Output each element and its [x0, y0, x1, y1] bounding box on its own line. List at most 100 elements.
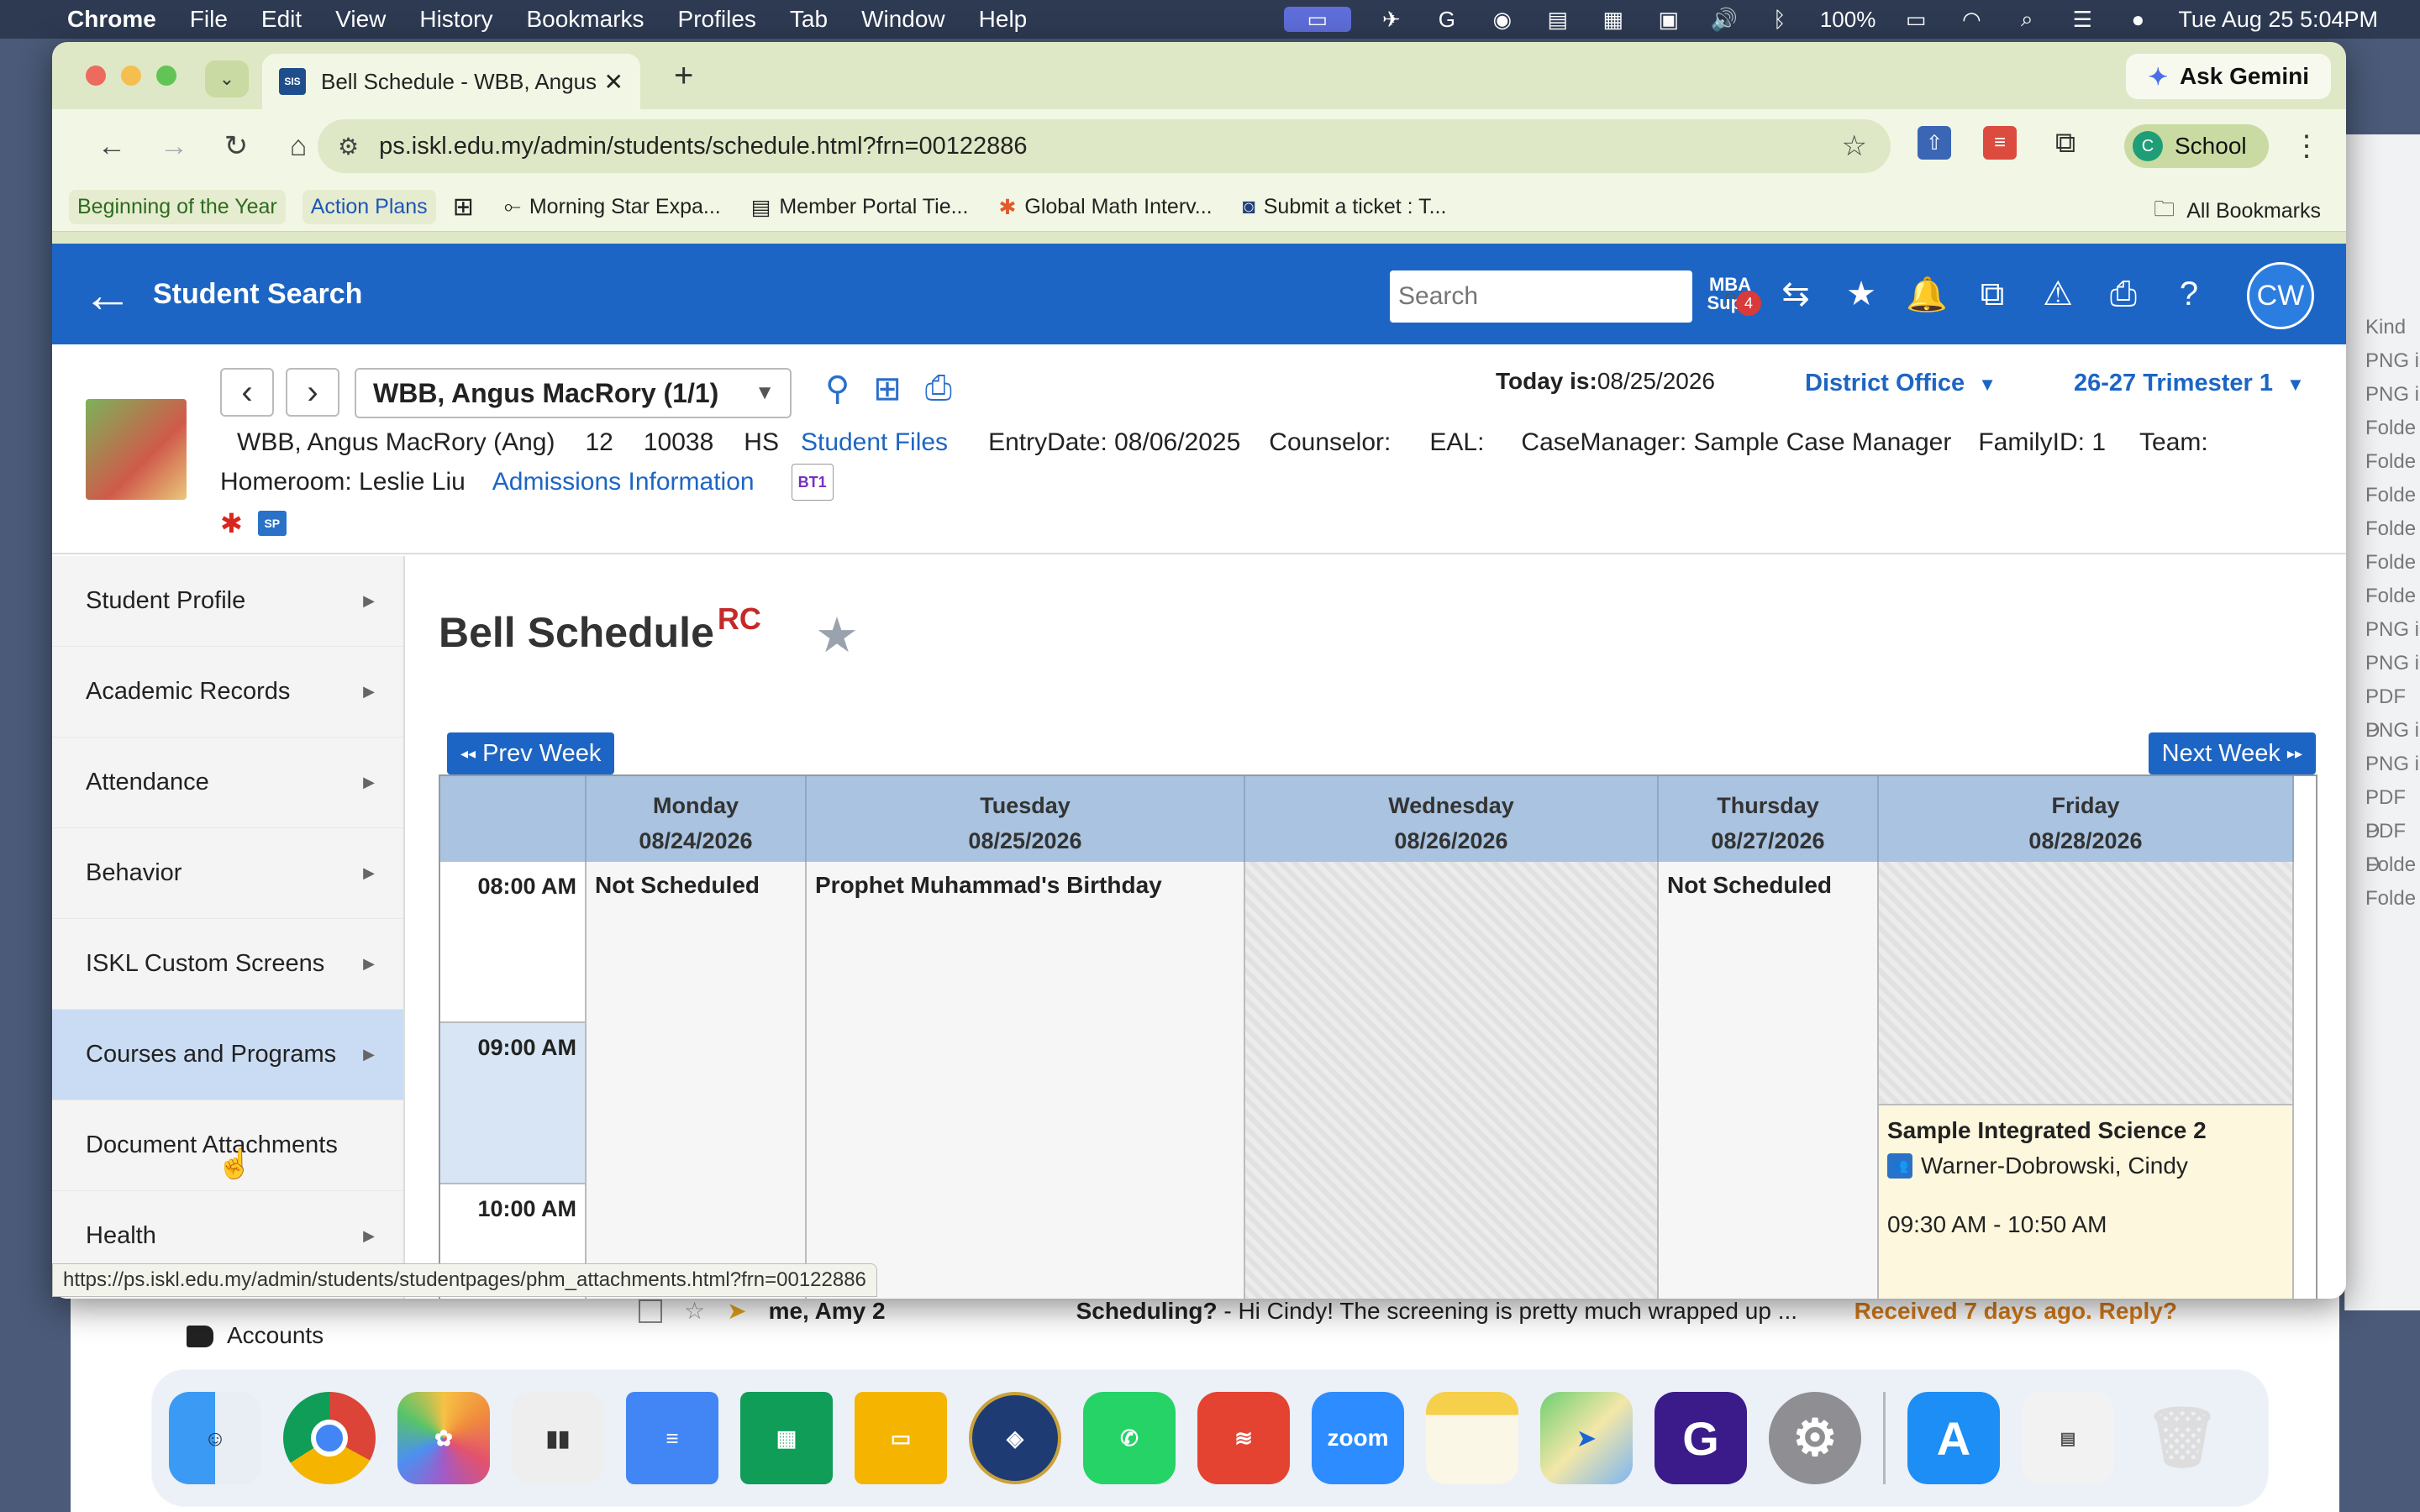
google-sheets-icon[interactable]: ▦ [740, 1392, 833, 1484]
todoist-extension-icon[interactable]: ≡ [1983, 126, 2017, 160]
google-slides-icon[interactable]: ▭ [855, 1392, 947, 1484]
chat-icon[interactable]: ▤ [1543, 7, 1573, 32]
app-store-icon[interactable]: A [1907, 1392, 2000, 1484]
switch-arrows-icon[interactable]: ⇆ [1778, 269, 1813, 319]
apps-grid-icon[interactable]: ⊞ [453, 192, 474, 222]
control-center-icon[interactable]: ☰ [2067, 7, 2097, 32]
previous-student-button[interactable]: ‹ [220, 368, 274, 417]
photos-icon[interactable]: ✿ [397, 1392, 490, 1484]
siri-icon[interactable]: ● [2123, 7, 2153, 32]
address-bar[interactable]: ⚙ ps.iskl.edu.my/admin/students/schedule… [318, 119, 1891, 173]
grammarly-icon[interactable]: G [1432, 7, 1462, 32]
google-docs-icon[interactable]: ≡ [626, 1392, 718, 1484]
menu-app-name[interactable]: Chrome [67, 6, 156, 33]
print-icon[interactable]: ⎙ [925, 370, 952, 408]
menu-window[interactable]: Window [861, 6, 945, 33]
bt1-badge[interactable]: BT1 [791, 464, 834, 501]
wifi-icon[interactable]: ◠ [1956, 7, 1986, 32]
email-row[interactable]: ☆ ➤ me, Amy 2 Scheduling? - Hi Cindy! Th… [639, 1297, 2319, 1325]
star-outline-icon[interactable]: ☆ [684, 1297, 705, 1325]
forward-arrow-icon[interactable]: → [143, 130, 205, 163]
todoist-icon[interactable]: ≋ [1197, 1392, 1290, 1484]
keyboard-icon[interactable]: ▣ [1654, 7, 1684, 32]
district-office-dropdown[interactable]: District Office ▼ [1805, 370, 1996, 397]
prev-week-button[interactable]: ◂◂ Prev Week [447, 732, 615, 774]
battery-icon[interactable]: ▭ [1901, 7, 1931, 32]
bookmark-action-plans[interactable]: Action Plans [302, 190, 436, 224]
all-bookmarks-button[interactable]: 🗀 All Bookmarks [2154, 193, 2321, 229]
menu-bookmarks[interactable]: Bookmarks [526, 6, 644, 33]
user-avatar[interactable]: CW [2247, 262, 2314, 329]
sp-badge[interactable]: SP [257, 511, 287, 536]
bookmark-star-icon[interactable]: ☆ [1842, 129, 1867, 163]
add-favorite-star-icon[interactable]: ★ [815, 606, 859, 664]
screen-share-icon[interactable]: ▭ [1283, 7, 1351, 32]
external-link-icon[interactable]: ⧉ [1975, 269, 2010, 319]
new-tab-plus-icon[interactable]: + [674, 57, 693, 95]
zoom-icon[interactable]: zoom [1312, 1392, 1404, 1484]
bookmark-member-portal[interactable]: ▤ Member Portal Tie... [751, 195, 969, 220]
pdf-document-icon[interactable]: ▤ [2022, 1392, 2114, 1484]
gmail-label-accounts[interactable]: Accounts [227, 1322, 324, 1349]
volume-icon[interactable]: 🔊 [1709, 7, 1739, 32]
finder-icon[interactable]: ☺ [169, 1392, 261, 1484]
menubar-clock[interactable]: Tue Aug 25 5:04PM [2178, 7, 2378, 33]
trash-icon[interactable]: 🗑 [2136, 1392, 2228, 1484]
spotlight-icon[interactable]: ⌕ [2012, 6, 2042, 32]
back-arrow-icon[interactable]: ← [82, 265, 133, 323]
medical-alert-icon[interactable]: ✱ [220, 507, 243, 539]
school-crest-icon[interactable]: ◈ [969, 1392, 1061, 1484]
alert-triangle-icon[interactable]: ⚠ [2040, 269, 2075, 319]
org-chart-icon[interactable]: ⊞ [873, 370, 902, 408]
minimize-window-button[interactable] [121, 66, 141, 86]
student-photo[interactable] [86, 399, 187, 500]
notes-icon[interactable] [1426, 1392, 1518, 1484]
menu-help[interactable]: Help [979, 6, 1028, 33]
keynote-icon[interactable]: ▮▮ [512, 1392, 604, 1484]
bookmark-global-math[interactable]: ✱ Global Math Interv... [998, 195, 1212, 220]
zoom-status-icon[interactable]: ◉ [1487, 7, 1518, 32]
next-student-button[interactable]: › [286, 368, 339, 417]
site-info-icon[interactable]: ⚙ [338, 133, 359, 160]
back-arrow-icon[interactable]: ← [81, 130, 143, 163]
close-window-button[interactable] [86, 66, 106, 86]
reload-icon[interactable]: ↻ [205, 129, 267, 163]
location-pin-icon[interactable]: ⚲ [825, 370, 850, 408]
next-week-button[interactable]: Next Week ▸▸ [2148, 732, 2316, 774]
rc-badge[interactable]: RC [718, 601, 761, 637]
tab-bell-schedule[interactable]: SIS Bell Schedule - WBB, Angus MacRory ✕ [262, 54, 640, 109]
notes-icon[interactable]: ▦ [1598, 7, 1628, 32]
sidenav-student-profile[interactable]: Student Profile ▶ [52, 556, 403, 647]
menu-view[interactable]: View [335, 6, 386, 33]
address-url[interactable]: ps.iskl.edu.my/admin/students/schedule.h… [379, 133, 1841, 160]
notifications-bell-icon[interactable]: 🔔 [1906, 269, 1948, 319]
sidenav-iskl-custom-screens[interactable]: ISKL Custom Screens ▶ [52, 919, 403, 1010]
zoom-window-button[interactable] [156, 66, 176, 86]
gemini-app-icon[interactable]: G [1655, 1392, 1747, 1484]
chrome-menu-icon[interactable]: ⋮ [2292, 129, 2321, 163]
important-marker-icon[interactable]: ➤ [727, 1297, 746, 1325]
checkbox-icon[interactable] [639, 1299, 662, 1323]
mba-support-icon[interactable]: MBA Supp 4 [1707, 269, 1761, 319]
student-search-title[interactable]: Student Search [153, 278, 362, 311]
bookmark-beginning-of-year[interactable]: Beginning of the Year [69, 190, 286, 224]
profile-chip[interactable]: C School [2124, 124, 2269, 168]
menu-profiles[interactable]: Profiles [678, 6, 756, 33]
favorites-star-icon[interactable]: ★ [1844, 269, 1879, 319]
print-icon[interactable]: ⎙ [2106, 269, 2141, 319]
friday-class-block[interactable]: Sample Integrated Science 2 👥 Warner-Dob… [1879, 1104, 2292, 1299]
menu-history[interactable]: History [419, 6, 492, 33]
menu-file[interactable]: File [190, 6, 228, 33]
ask-gemini-button[interactable]: ✦ Ask Gemini [2126, 54, 2331, 99]
sidenav-behavior[interactable]: Behavior ▶ [52, 828, 403, 919]
maps-icon[interactable]: ➤ [1540, 1392, 1633, 1484]
system-settings-icon[interactable]: ⚙ [1769, 1392, 1861, 1484]
sidenav-courses-and-programs[interactable]: Courses and Programs ▶ [52, 1010, 403, 1100]
bookmark-morning-star[interactable]: ⟜ Morning Star Expa... [504, 195, 721, 219]
thursday-event[interactable]: Not Scheduled [1659, 862, 1877, 909]
sidenav-attendance[interactable]: Attendance ▶ [52, 738, 403, 828]
whatsapp-icon[interactable]: ✆ [1083, 1392, 1176, 1484]
ps-search-box[interactable]: ⌕ [1390, 270, 1739, 323]
ps-search-input[interactable] [1398, 282, 1723, 311]
sidenav-academic-records[interactable]: Academic Records ▶ [52, 647, 403, 738]
